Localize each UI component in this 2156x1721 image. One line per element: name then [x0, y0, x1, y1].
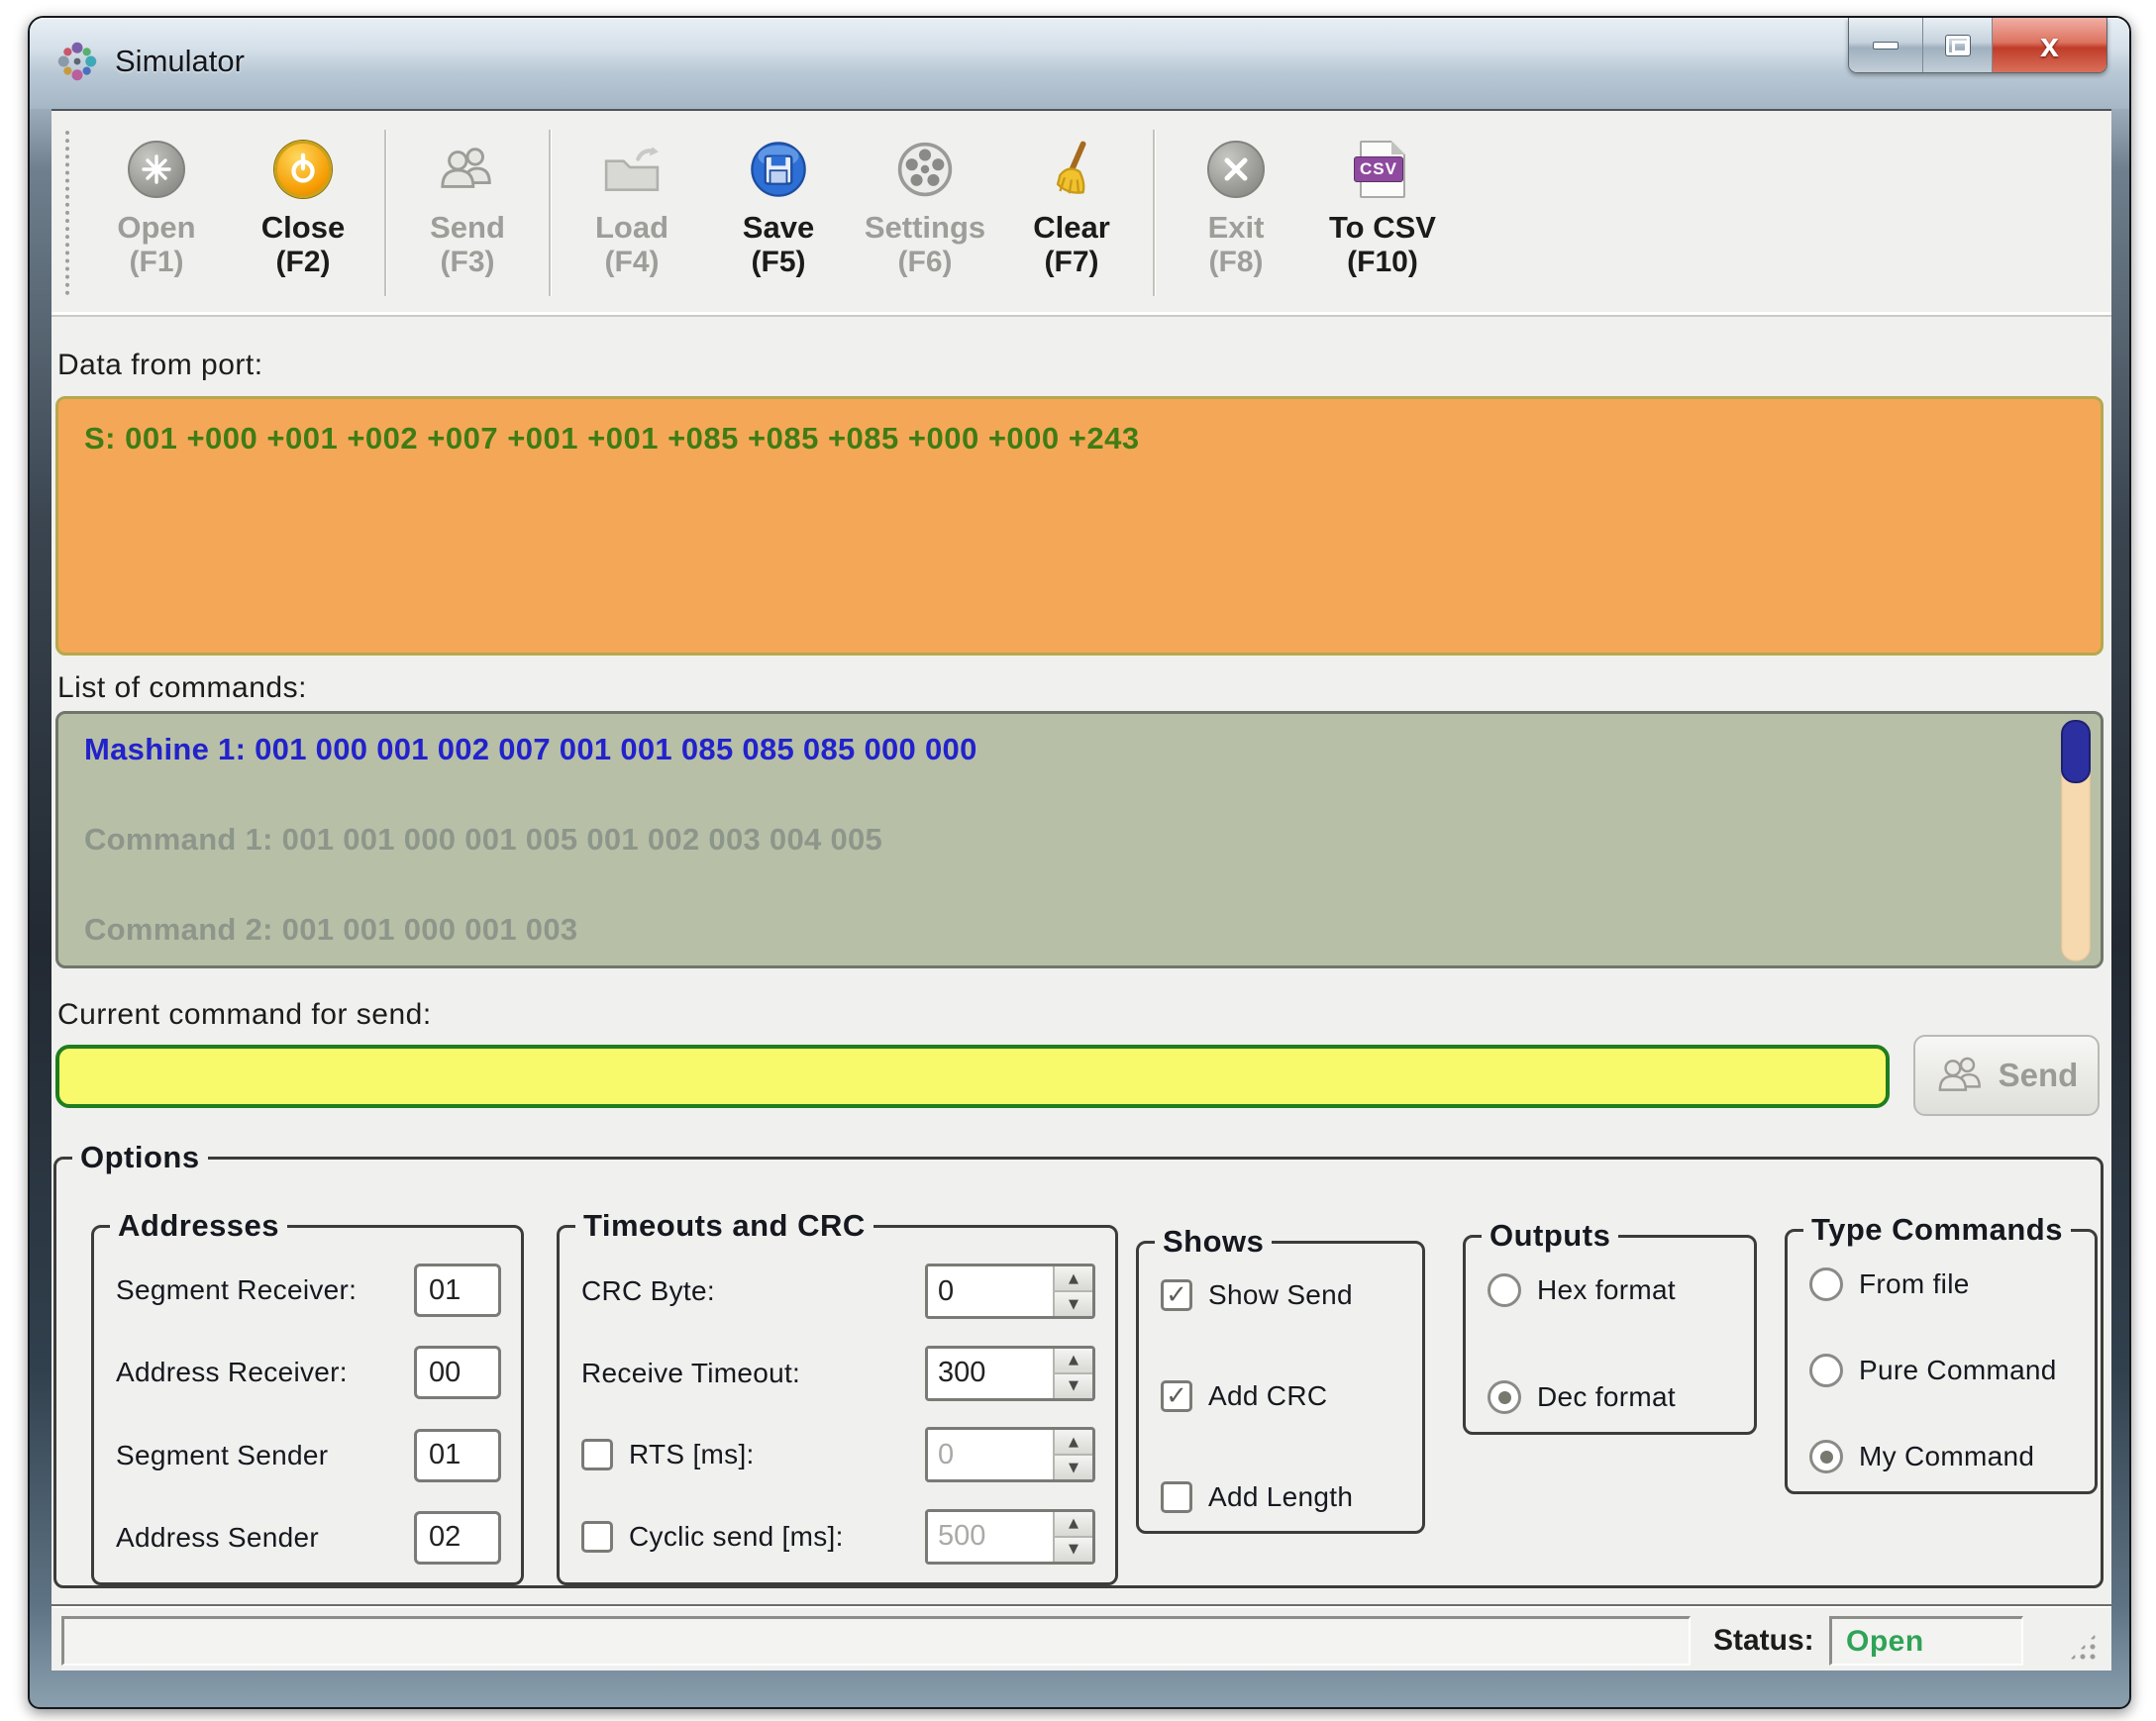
received-data-line: S: 001 +000 +001 +002 +007 +001 +001 +08… [84, 421, 2075, 456]
options-group-title: Options [72, 1140, 208, 1175]
rts-spinner[interactable]: ▲ ▼ [925, 1427, 1095, 1482]
status-bar: Status: Open [51, 1604, 2111, 1672]
command-list-item[interactable]: Command 1: 001 001 000 001 005 001 002 0… [84, 822, 2075, 858]
cyclic-send-checkbox[interactable] [581, 1521, 613, 1553]
status-value: Open [1846, 1625, 1924, 1659]
from-file-radio[interactable] [1809, 1267, 1843, 1301]
toolbar-button-save[interactable]: Save (F5) [705, 123, 852, 303]
current-command-input[interactable] [55, 1045, 1890, 1108]
options-group: Options Addresses Segment Receiver: Addr… [53, 1157, 2104, 1588]
hex-format-radio[interactable] [1488, 1273, 1521, 1307]
spin-down-button[interactable]: ▼ [1055, 1454, 1092, 1479]
list-of-commands-label: List of commands: [57, 671, 307, 705]
rts-checkbox[interactable] [581, 1439, 613, 1470]
toolbar-button-clear[interactable]: Clear (F7) [998, 123, 1145, 303]
add-crc-checkbox[interactable] [1161, 1380, 1192, 1412]
outputs-group: Outputs Hex format Dec format [1463, 1235, 1757, 1435]
command-list: Mashine 1: 001 000 001 002 007 001 001 0… [55, 711, 2104, 968]
spin-down-button[interactable]: ▼ [1055, 1290, 1092, 1316]
application-window: Simulator x [28, 16, 2131, 1709]
receive-timeout-spinner[interactable]: ▲ ▼ [925, 1346, 1095, 1401]
csv-file-icon: CSV [1352, 139, 1413, 200]
toolbar-separator [384, 130, 386, 296]
command-list-item[interactable]: Mashine 1: 001 000 001 002 007 001 001 0… [84, 732, 2075, 767]
scrollbar-thumb[interactable] [2061, 720, 2091, 783]
shows-group: Shows Show Send Add CRC Add Length [1136, 1241, 1425, 1534]
command-list-item[interactable]: Command 2: 001 001 000 001 003 [84, 912, 2075, 948]
toolbar-button-open[interactable]: Open (F1) [83, 123, 230, 303]
status-value-panel: Open [1829, 1616, 2023, 1666]
current-command-label: Current command for send: [57, 998, 432, 1032]
data-from-port-box[interactable]: S: 001 +000 +001 +002 +007 +001 +001 +08… [55, 396, 2104, 656]
address-receiver-input[interactable] [414, 1346, 501, 1399]
show-send-checkbox[interactable] [1161, 1279, 1192, 1311]
x-circle-icon [1205, 139, 1267, 200]
close-window-button[interactable]: x [1992, 18, 2106, 72]
app-icon [55, 40, 99, 83]
toolbar-separator [549, 130, 551, 296]
maximize-icon [1946, 36, 1970, 55]
crc-byte-spinner[interactable]: ▲ ▼ [925, 1264, 1095, 1319]
people-icon [437, 139, 498, 200]
toolbar-button-send[interactable]: Send (F3) [394, 123, 541, 303]
asterisk-circle-icon [126, 139, 187, 200]
spin-down-button[interactable]: ▼ [1055, 1536, 1092, 1562]
toolbar-button-close[interactable]: Close (F2) [230, 123, 376, 303]
segment-sender-input[interactable] [414, 1429, 501, 1482]
toolbar-button-load[interactable]: Load (F4) [559, 123, 705, 303]
type-commands-group: Type Commands From file Pure Command My … [1785, 1229, 2098, 1494]
add-length-checkbox[interactable] [1161, 1481, 1192, 1513]
toolbar: Open (F1) Close (F2) [51, 111, 2111, 317]
floppy-disk-icon [748, 139, 809, 200]
broom-icon [1041, 139, 1102, 200]
title-bar[interactable]: Simulator x [30, 18, 2129, 109]
power-icon [272, 139, 334, 200]
my-command-radio[interactable] [1809, 1440, 1843, 1473]
caption-buttons: x [1848, 18, 2107, 73]
toolbar-button-to-csv[interactable]: CSV To CSV (F10) [1309, 123, 1456, 303]
spin-up-button[interactable]: ▲ [1055, 1349, 1092, 1372]
minimize-icon [1873, 42, 1899, 50]
toolbar-button-settings[interactable]: Settings (F6) [852, 123, 998, 303]
folder-open-icon [601, 139, 663, 200]
command-list-scrollbar[interactable] [2061, 720, 2091, 962]
client-area: Open (F1) Close (F2) [51, 109, 2111, 1670]
spin-down-button[interactable]: ▼ [1055, 1372, 1092, 1398]
status-label: Status: [1713, 1624, 1814, 1658]
timeouts-crc-group: Timeouts and CRC CRC Byte: ▲ ▼ [557, 1225, 1118, 1585]
send-button[interactable]: Send [1913, 1035, 2100, 1116]
spin-up-button[interactable]: ▲ [1055, 1266, 1092, 1290]
spin-up-button[interactable]: ▲ [1055, 1512, 1092, 1536]
address-sender-input[interactable] [414, 1511, 501, 1565]
dec-format-radio[interactable] [1488, 1380, 1521, 1414]
toolbar-separator [1153, 130, 1155, 296]
people-icon [1935, 1056, 1987, 1095]
film-reel-icon [894, 139, 956, 200]
spin-up-button[interactable]: ▲ [1055, 1430, 1092, 1454]
pure-command-radio[interactable] [1809, 1354, 1843, 1387]
close-icon: x [2040, 29, 2059, 62]
toolbar-drag-handle[interactable] [65, 131, 69, 295]
status-message-panel [61, 1616, 1691, 1666]
toolbar-button-exit[interactable]: Exit (F8) [1163, 123, 1309, 303]
minimize-button[interactable] [1849, 18, 1922, 72]
data-from-port-label: Data from port: [57, 349, 263, 382]
window-title: Simulator [115, 44, 245, 79]
addresses-group: Addresses Segment Receiver: Address Rece… [91, 1225, 524, 1585]
cyclic-send-spinner[interactable]: ▲ ▼ [925, 1509, 1095, 1565]
maximize-button[interactable] [1922, 18, 1992, 72]
segment-receiver-input[interactable] [414, 1264, 501, 1317]
resize-grip[interactable] [2068, 1632, 2098, 1662]
